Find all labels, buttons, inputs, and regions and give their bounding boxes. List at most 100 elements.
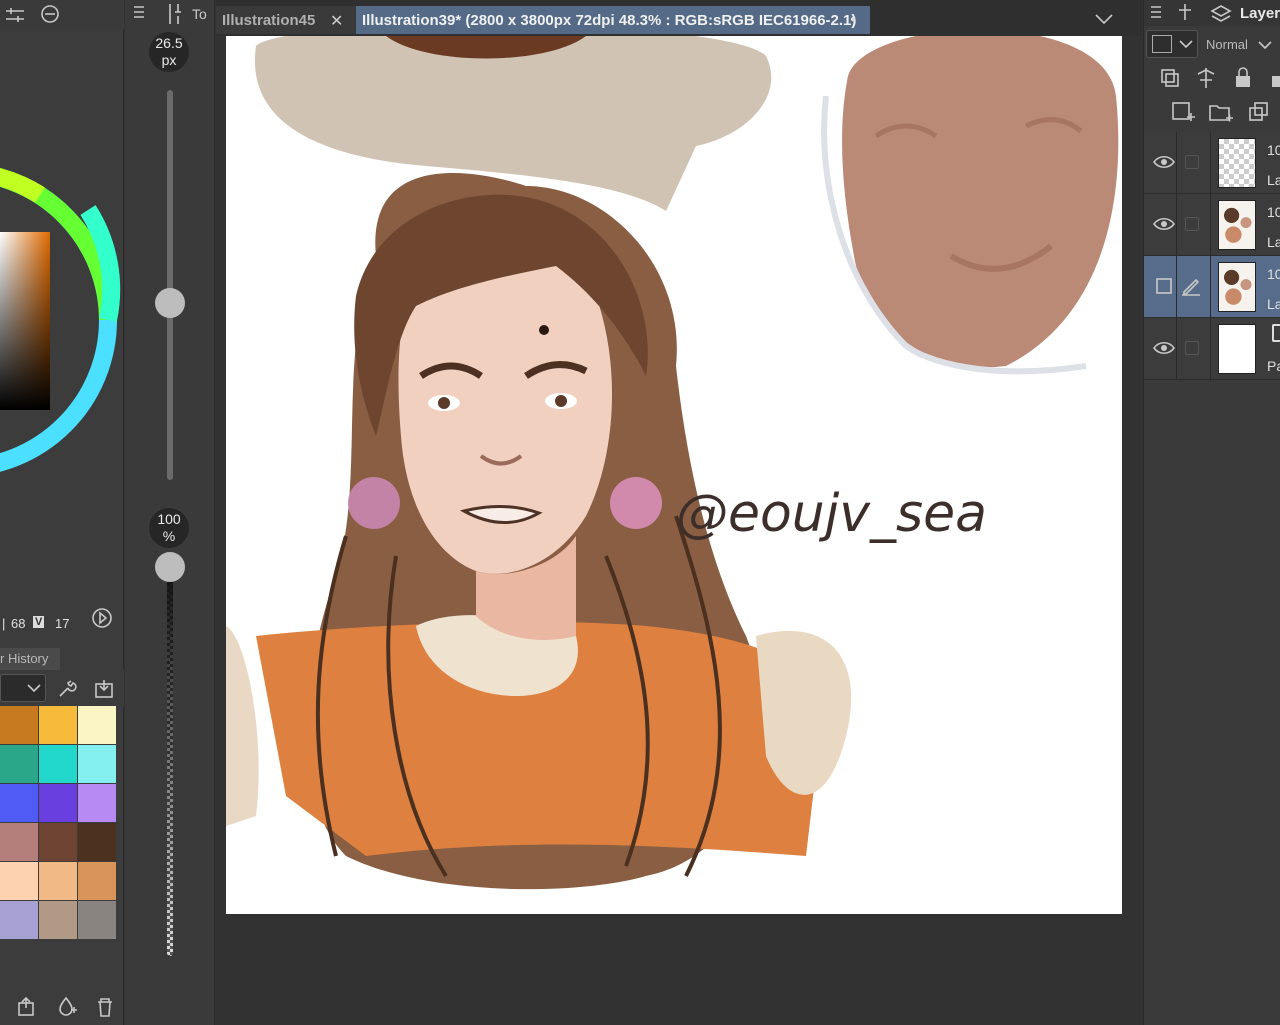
palette-swatch[interactable] [78, 862, 116, 900]
chevron-down-icon [1258, 41, 1272, 50]
tab-close-icon[interactable]: ✕ [330, 11, 343, 31]
palette-swatch[interactable] [78, 901, 116, 939]
play-circle-icon[interactable] [90, 606, 114, 630]
hue-ring[interactable] [0, 150, 124, 490]
layer-row[interactable]: 10 La [1144, 256, 1280, 318]
palette-swatch[interactable] [0, 745, 38, 783]
blend-mode-select[interactable]: Normal [1206, 30, 1276, 58]
wrench-icon[interactable] [56, 678, 78, 700]
brush-size-panel: To 26.5 px 100 % [125, 0, 215, 1025]
tab-label: Illustration39* (2800 x 3800px 72dpi 48.… [362, 12, 857, 29]
menu-icon[interactable] [133, 4, 145, 20]
palette-swatch[interactable] [0, 784, 38, 822]
palette-swatch[interactable] [39, 901, 77, 939]
brush-size-value-badge: 26.5 px [149, 32, 189, 72]
layer-panel-header: Layer [1144, 0, 1280, 26]
layer-row[interactable]: 10 La [1144, 194, 1280, 256]
eye-icon[interactable] [1152, 338, 1176, 358]
pen-icon [1182, 278, 1200, 296]
layer-name-label: La [1267, 172, 1280, 188]
menu-icon[interactable] [1150, 4, 1162, 20]
brush-opacity-value-badge: 100 % [149, 508, 189, 548]
layer-color-select[interactable] [1146, 30, 1198, 58]
brush-opacity-unit: % [162, 528, 176, 544]
tab-illustration45[interactable]: Illustration45 ✕ [216, 6, 356, 34]
export-icon[interactable] [16, 996, 38, 1018]
brush-tool-icon[interactable] [165, 2, 183, 26]
palette-swatch[interactable] [39, 745, 77, 783]
layer-panel: Layer Normal 10 La 10 La 10 La Pa [1143, 0, 1280, 1025]
document-tab-bar: Illustration45 ✕ Illustration39* (2800 x… [216, 0, 1142, 36]
palette-swatch[interactable] [78, 823, 116, 861]
palette-swatch[interactable] [39, 823, 77, 861]
artwork: @eoujv_sea [226, 36, 1119, 890]
visibility-toggle[interactable] [1152, 276, 1176, 296]
palette-swatch[interactable] [78, 784, 116, 822]
brush-opacity-slider-knob[interactable] [155, 552, 185, 582]
tool-header-label: To [192, 6, 207, 22]
layer-select-checkbox[interactable] [1185, 155, 1199, 169]
trash-icon[interactable] [94, 996, 116, 1018]
paper-icon [1272, 324, 1280, 342]
chevron-down-icon [1179, 40, 1193, 49]
import-icon[interactable] [94, 678, 116, 700]
brush-size-unit: px [161, 52, 177, 68]
palette-select[interactable] [0, 674, 46, 702]
palette-footer [0, 990, 124, 1025]
new-raster-layer-icon[interactable] [1170, 100, 1196, 126]
layer-opacity-label: 10 [1267, 142, 1280, 158]
layer-opacity-label: 10 [1267, 204, 1280, 220]
chevron-down-icon [27, 684, 41, 693]
palette-swatch[interactable] [39, 706, 77, 744]
tab-label: Illustration45 [222, 12, 316, 29]
layer-row[interactable]: Pa [1144, 318, 1280, 380]
new-folder-icon[interactable] [1208, 100, 1234, 126]
eye-icon[interactable] [1152, 152, 1176, 172]
layer-row[interactable]: 10 La [1144, 132, 1280, 194]
palette-swatch[interactable] [39, 784, 77, 822]
readout-v-label: V [33, 616, 45, 628]
clip-layer-icon[interactable] [1158, 66, 1182, 90]
add-color-icon[interactable] [56, 996, 78, 1018]
eye-icon[interactable] [1152, 214, 1176, 234]
layer-thumbnail [1218, 138, 1256, 188]
layer-name-label: La [1267, 234, 1280, 250]
tab-modified-dot: ● [850, 14, 857, 25]
palette-swatch[interactable] [0, 901, 38, 939]
lock-alpha-icon[interactable] [1268, 66, 1280, 90]
color-wheel[interactable] [0, 150, 124, 490]
palette-swatch[interactable] [0, 862, 38, 900]
palette-swatch[interactable] [0, 706, 38, 744]
duplicate-layer-icon[interactable] [1246, 100, 1272, 126]
palette-toolbar [0, 670, 124, 706]
blend-mode-value: Normal [1206, 37, 1248, 52]
layer-opacity-label: 10 [1267, 266, 1280, 282]
layer-thumbnail [1218, 200, 1256, 250]
lock-icon[interactable] [1232, 66, 1254, 90]
palette-swatch[interactable] [78, 745, 116, 783]
palette-swatch[interactable] [39, 862, 77, 900]
sliders-icon[interactable] [4, 6, 26, 24]
link-icon[interactable] [38, 4, 62, 24]
brush-opacity-value: 100 [157, 511, 181, 527]
readout-v-value: 17 [55, 616, 70, 631]
drawing-canvas[interactable]: @eoujv_sea [226, 36, 1122, 914]
color-panel: | 68 V 17 r History [0, 0, 124, 1025]
brush-size-slider-knob[interactable] [155, 288, 185, 318]
color-history-tab[interactable]: r History [0, 648, 60, 670]
layer-select-checkbox[interactable] [1185, 217, 1199, 231]
palette-swatch[interactable] [0, 823, 38, 861]
readout-a-value: 68 [11, 616, 26, 631]
layer-panel-title: Layer [1240, 5, 1280, 22]
layer-select-checkbox[interactable] [1185, 341, 1199, 355]
color-palette-grid [0, 706, 116, 939]
brush-size-slider-track[interactable] [167, 90, 173, 480]
palette-swatch[interactable] [78, 706, 116, 744]
tab-list-chevron-icon[interactable] [1094, 12, 1114, 26]
artist-signature: @eoujv_sea [676, 484, 987, 544]
layer-name-label: Pa [1267, 358, 1280, 374]
reference-layer-icon[interactable] [1194, 66, 1218, 90]
pin-icon[interactable] [1176, 2, 1194, 22]
tab-illustration39[interactable]: Illustration39* (2800 x 3800px 72dpi 48.… [356, 6, 870, 34]
layer-thumbnail [1218, 262, 1256, 312]
